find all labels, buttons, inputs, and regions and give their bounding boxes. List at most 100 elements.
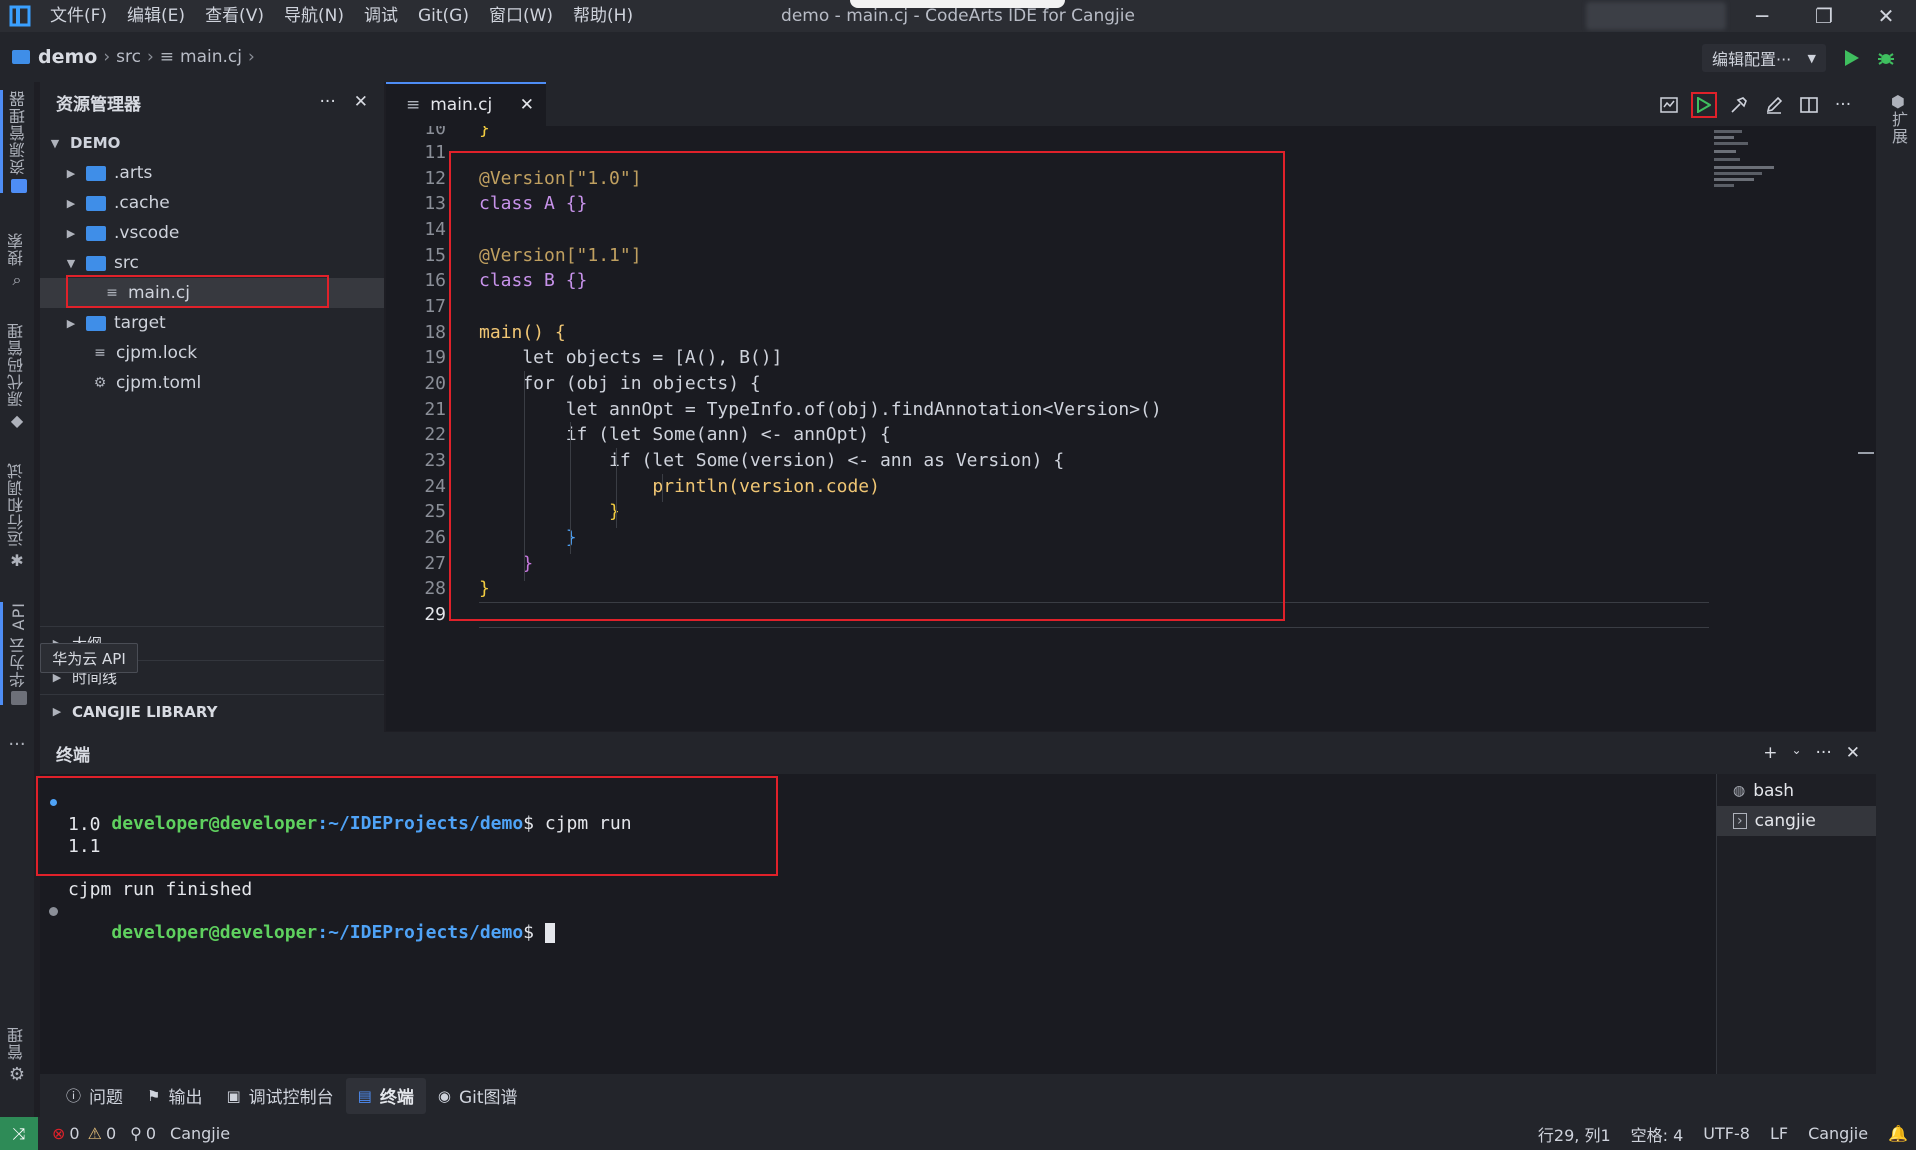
error-icon: ⊗ [52,1124,66,1143]
menu-file[interactable]: 文件(F) [40,0,117,32]
minimap[interactable] [1710,126,1800,206]
add-terminal-icon[interactable]: + [1763,743,1777,763]
remote-icon[interactable]: ⤨ [0,1117,38,1150]
tree-item-src[interactable]: ▼ src [40,248,384,278]
tree-root[interactable]: ▼ DEMO [40,128,384,158]
caret-down-icon: ▼ [1807,51,1816,65]
run-icon[interactable] [1840,46,1864,70]
menu-view[interactable]: 查看(V) [195,0,274,32]
encoding[interactable]: UTF-8 [1703,1124,1750,1143]
edit-pencil-icon[interactable] [1761,92,1787,118]
activity-search[interactable]: 搜索 ⌕ [0,232,34,290]
console-icon: ▣ [226,1086,241,1105]
menu-edit[interactable]: 编辑(E) [117,0,195,32]
tab-terminal[interactable]: ▤ 终端 [345,1077,426,1114]
chevron-down-icon[interactable]: ⌄ [1791,743,1801,763]
breadcrumb-file[interactable]: main.cj [180,47,242,67]
tree-item-cjpm-lock[interactable]: ≡ cjpm.lock [40,338,384,368]
line-number: 19 [424,347,446,368]
terminal-title: 终端 [56,745,90,766]
more-actions-icon[interactable]: ··· [1816,743,1832,763]
tab-problems[interactable]: ⓘ 问题 [54,1078,135,1114]
warning-icon: ⚠ [87,1124,102,1143]
language-mode[interactable]: Cangjie [1808,1124,1868,1143]
extensions-icon: ⬢ [1891,92,1905,111]
line-number: 23 [424,450,446,471]
prompt-command: $ [523,922,545,943]
tree-item-label: cjpm.toml [116,373,202,393]
panel-tab-bar: ⓘ 问题 ⚑ 输出 ▣ 调试控制台 ▤ 终端 ◉ Git图谱 [40,1074,1876,1117]
account-area[interactable] [1586,2,1726,30]
menu-git[interactable]: Git(G) [408,0,479,32]
indentation[interactable]: 空格: 4 [1631,1122,1684,1146]
split-editor-icon[interactable] [1796,92,1822,118]
more-icon[interactable]: ··· [0,734,34,755]
tree-item-target[interactable]: ▶ target [40,308,384,338]
activity-extensions[interactable]: ⬢ 扩展 [1886,92,1910,145]
cursor [544,923,555,943]
tab-main-cj[interactable]: ≡ main.cj ✕ [386,82,546,126]
minimize-button[interactable]: ─ [1734,0,1790,32]
line-number: 16 [424,270,446,291]
bell-icon[interactable]: 🔔 [1888,1124,1908,1143]
files-icon [10,179,27,193]
activity-debug[interactable]: 运行和调试 ✱ [0,462,34,570]
menu-debug[interactable]: 调试 [354,0,408,32]
tree-item-vscode[interactable]: ▶ .vscode [40,218,384,248]
tree-item-cache[interactable]: ▶ .cache [40,188,384,218]
more-actions-icon[interactable]: ··· [320,92,336,112]
line-number: 20 [424,373,446,394]
line-number: 28 [424,578,446,599]
tree-item-cjpm-toml[interactable]: ⚙ cjpm.toml [40,368,384,398]
breadcrumb-root[interactable]: demo [38,46,97,68]
run-config-select[interactable]: 编辑配置··· ▼ [1702,44,1826,72]
tab-git-graph[interactable]: ◉ Git图谱 [426,1078,530,1114]
activity-huawei-api-label: 华为云 API [8,602,28,688]
prompt-user: developer@developer [111,922,318,943]
menu-help[interactable]: 帮助(H) [563,0,643,32]
activity-huawei-api[interactable]: 华为云 API [0,602,34,706]
more-actions-icon[interactable]: ··· [1830,92,1856,118]
build-hammer-icon[interactable] [1726,92,1752,118]
chevron-right-icon: ▶ [66,226,76,240]
close-icon[interactable]: ✕ [354,92,368,112]
ports-status[interactable]: ⚲ 0 [130,1124,156,1143]
title-bar: 文件(F) 编辑(E) 查看(V) 导航(N) 调试 Git(G) 窗口(W) … [0,0,1916,32]
tree-item-label: .arts [114,163,153,183]
close-window-button[interactable]: ✕ [1858,0,1914,32]
breadcrumb-src[interactable]: src [116,47,141,67]
terminal-session-bash[interactable]: ◍ bash [1717,776,1877,806]
end-of-line[interactable]: LF [1770,1124,1788,1143]
run-file-icon[interactable] [1691,92,1717,118]
language-server-status[interactable]: Cangjie [170,1124,230,1143]
problems-status[interactable]: ⊗ 0 ⚠ 0 [52,1124,116,1143]
tab-label: 调试控制台 [248,1088,334,1108]
close-icon[interactable]: ✕ [520,95,534,115]
tab-debug-console[interactable]: ▣ 调试控制台 [214,1078,345,1114]
terminal-session-cangjie[interactable]: › cangjie [1717,806,1877,836]
chevron-right-icon: › [248,47,255,67]
menu-window[interactable]: 窗口(W) [479,0,563,32]
preview-icon[interactable] [1656,92,1682,118]
extensions-strip: ⬢ 扩展 [1876,82,1916,1117]
menu-navigate[interactable]: 导航(N) [274,0,354,32]
folder-icon [12,50,30,64]
folder-icon [86,255,106,271]
folder-icon [86,225,106,241]
close-panel-icon[interactable]: ✕ [1846,743,1860,763]
file-icon: ≡ [159,47,175,67]
chevron-right-icon: ▶ [66,166,76,180]
run-config-label: 编辑配置··· [1712,50,1792,69]
tab-label: main.cj [430,95,493,115]
activity-manage[interactable]: 管理 ⚙ [0,1026,34,1085]
file-icon: ≡ [406,95,421,115]
activity-extensions-label: 扩展 [1889,111,1908,145]
activity-explorer[interactable]: 资源管理器 [0,90,34,193]
tab-output[interactable]: ⚑ 输出 [135,1078,214,1114]
section-cangjie-library[interactable]: ▶ CANGJIE LIBRARY [40,694,384,728]
restore-button[interactable]: ❐ [1796,0,1852,32]
activity-scm[interactable]: 源代码管理 ◆ [0,322,34,430]
cursor-position[interactable]: 行29, 列1 [1538,1122,1611,1146]
debug-bug-icon[interactable] [1874,46,1898,70]
tree-item-arts[interactable]: ▶ .arts [40,158,384,188]
